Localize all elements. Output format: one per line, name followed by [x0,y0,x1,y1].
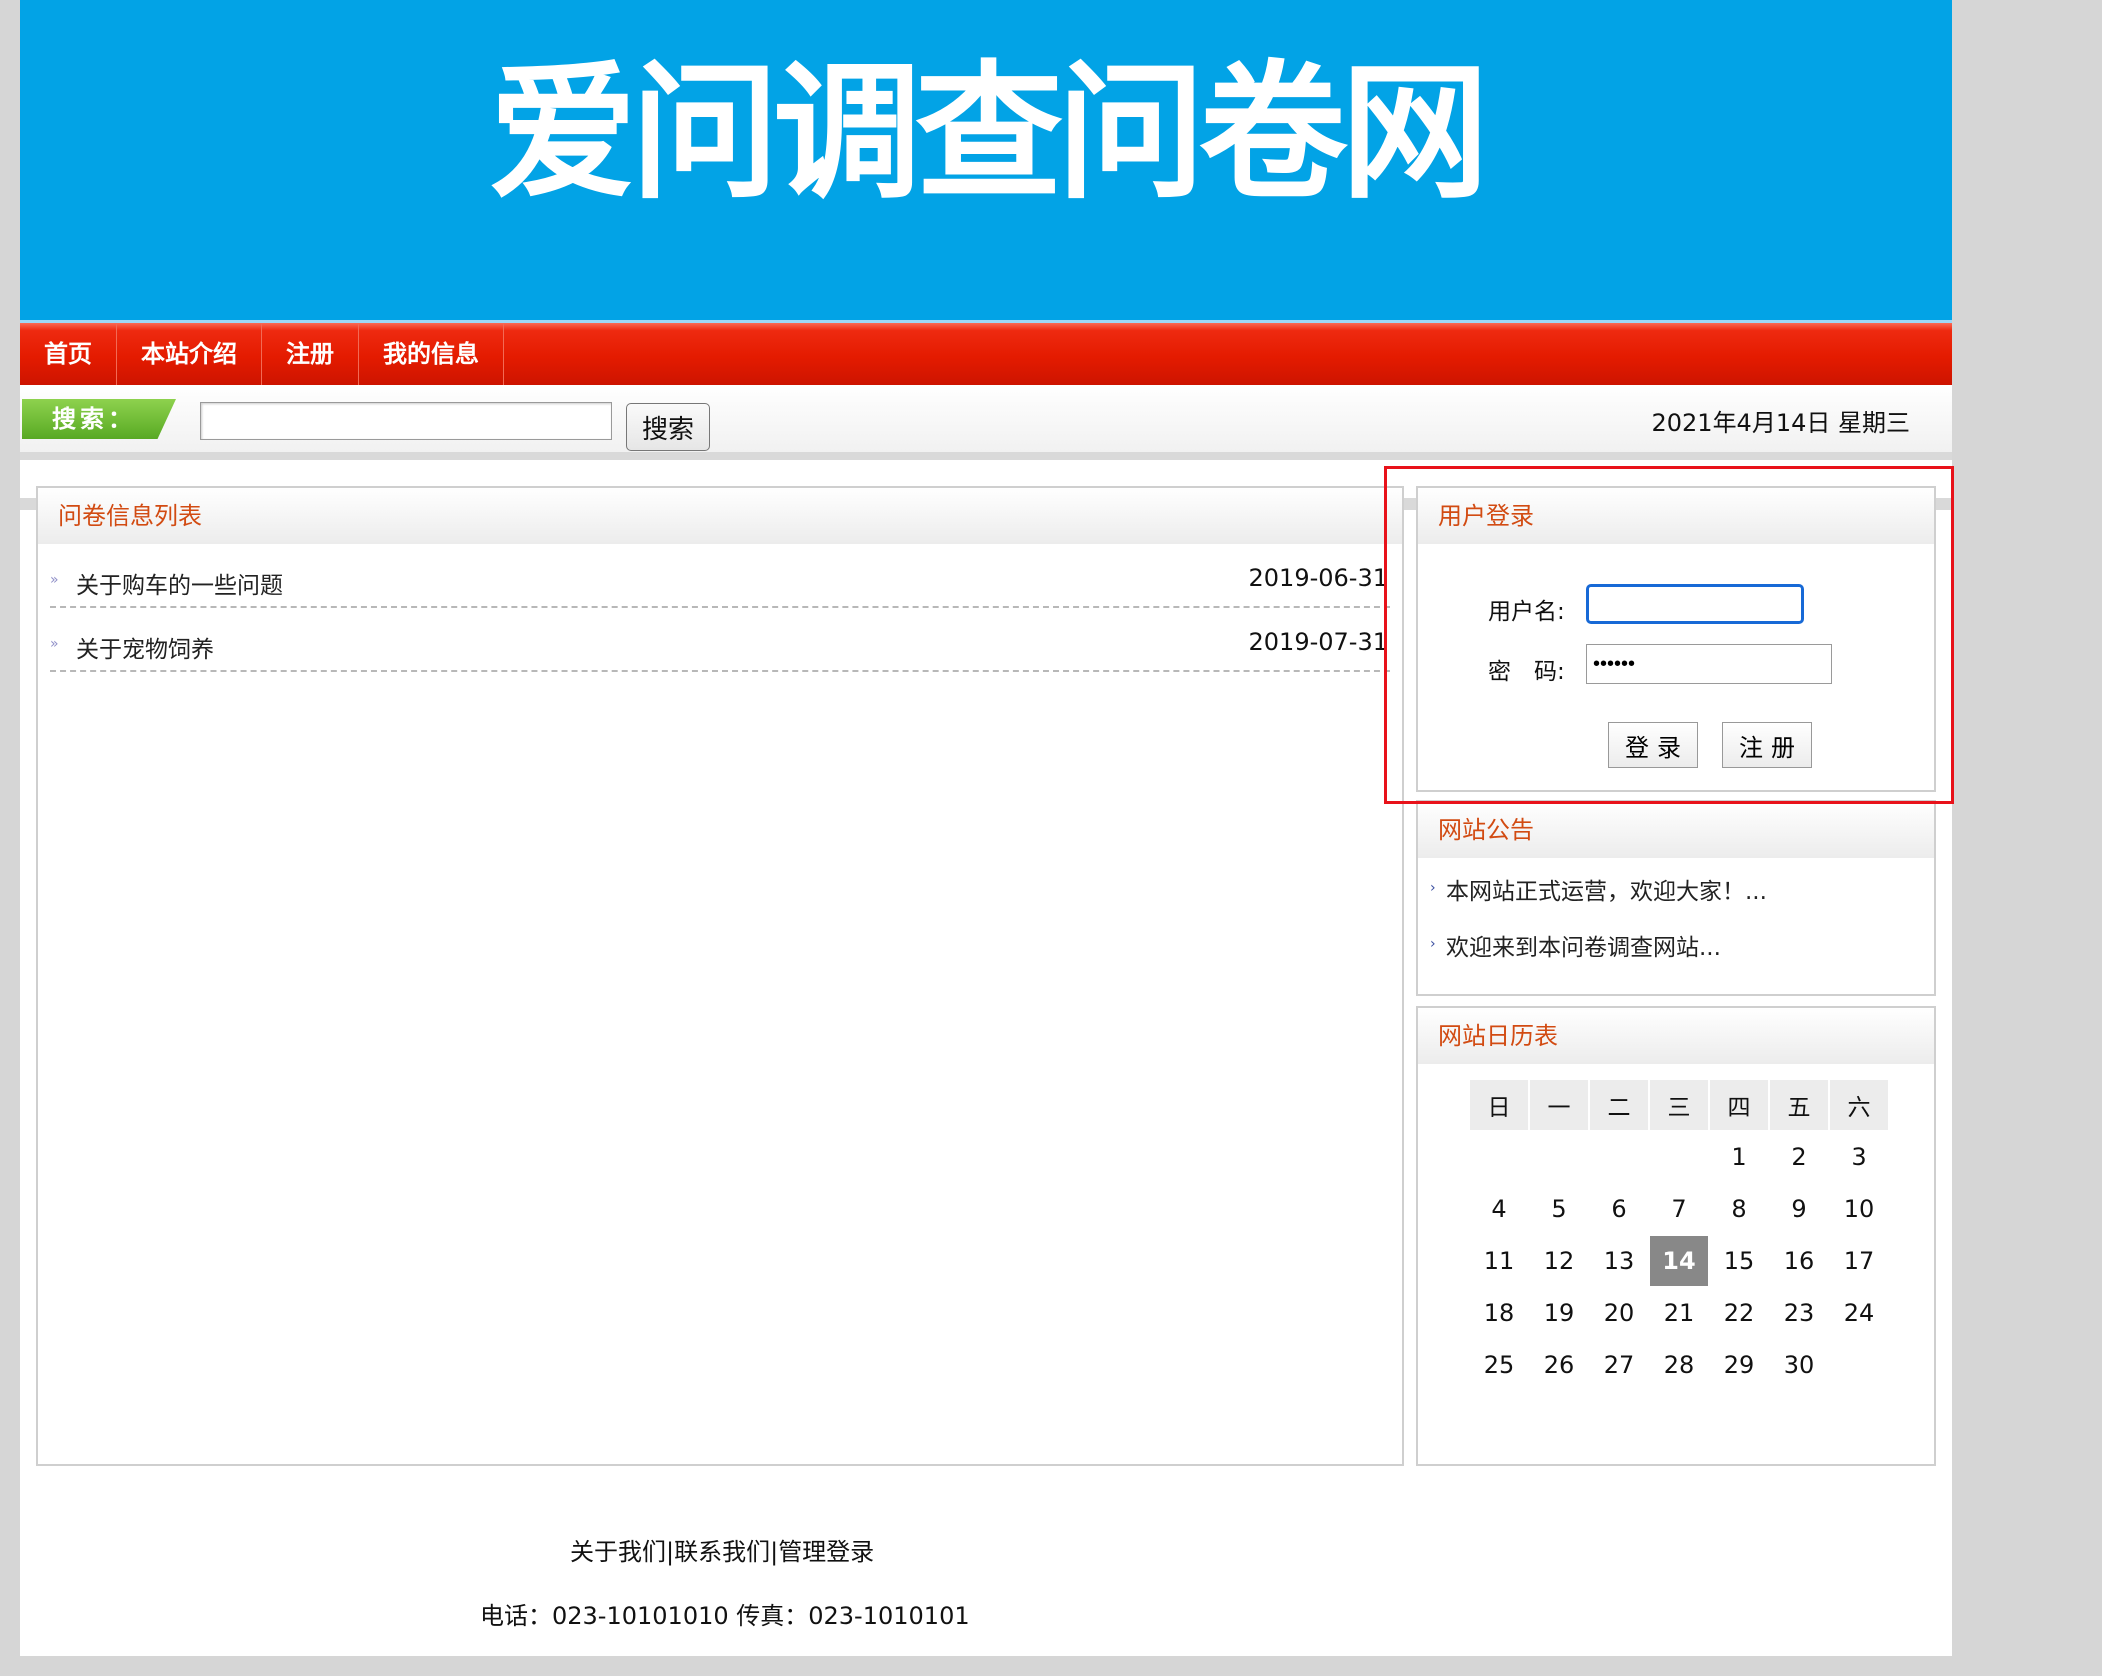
weekday-header: 日 [1470,1080,1528,1130]
page: 爱问调查问卷网 首页 本站介绍 注册 我的信息 搜索： 搜索 2021年4月14… [20,0,1952,1656]
calendar-week-row: 11 12 13 14 15 16 17 [1470,1236,1888,1286]
weekday-header: 四 [1710,1080,1768,1130]
footer-contact: 电话：023-10101010 传真：023-1010101 [480,1602,970,1630]
calendar-body: 1 2 3 4 5 6 7 8 9 10 11 12 13 14 15 16 17 18 19 20 21 22 23 24 2… [1470,1132,1888,1390]
calendar-day[interactable]: 22 [1710,1288,1768,1338]
calendar-day[interactable]: 6 [1590,1184,1648,1234]
list-item: » 关于宠物饲养 2019-07-31 [50,608,1390,672]
calendar-day[interactable]: 23 [1770,1288,1828,1338]
list-item: » 关于购车的一些问题 2019-06-31 [50,544,1390,608]
survey-date: 2019-06-31 [1248,564,1388,592]
weekday-header: 二 [1590,1080,1648,1130]
weekday-header: 五 [1770,1080,1828,1130]
search-input[interactable] [200,402,612,440]
calendar-day[interactable]: 11 [1470,1236,1528,1286]
calendar-day [1530,1132,1588,1182]
footer-link-contact[interactable]: 联系我们 [674,1538,770,1566]
notice-title: 网站公告 [1418,802,1934,858]
calendar-weekday-row: 日 一 二 三 四 五 六 [1470,1080,1888,1130]
calendar-day [1830,1340,1888,1390]
calendar-day[interactable]: 15 [1710,1236,1768,1286]
notice-link[interactable]: 本网站正式运营，欢迎大家！... [1446,872,1767,906]
site-title: 爱问调查问卷网 [489,47,1489,219]
calendar-day [1470,1132,1528,1182]
weekday-header: 六 [1830,1080,1888,1130]
survey-list-title: 问卷信息列表 [38,488,1402,544]
calendar-day[interactable]: 17 [1830,1236,1888,1286]
calendar-day[interactable]: 9 [1770,1184,1828,1234]
survey-date: 2019-07-31 [1248,628,1388,656]
calendar-day[interactable]: 18 [1470,1288,1528,1338]
footer-link-admin-login[interactable]: 管理登录 [778,1538,874,1566]
search-button[interactable]: 搜索 [626,403,710,451]
current-date: 2021年4月14日 星期三 [1651,409,1910,437]
calendar-day[interactable]: 12 [1530,1236,1588,1286]
calendar-day [1650,1132,1708,1182]
footer-separator: | [770,1538,779,1566]
arrow-right-icon: › [1430,880,1436,896]
nav-item-my-info[interactable]: 我的信息 [359,323,504,385]
calendar-day[interactable]: 16 [1770,1236,1828,1286]
login-highlight-box [1384,466,1954,804]
footer-separator: | [666,1538,675,1566]
calendar-day[interactable]: 10 [1830,1184,1888,1234]
calendar-day[interactable]: 8 [1710,1184,1768,1234]
bullet-icon: » [50,572,59,588]
notice-item: › 本网站正式运营，欢迎大家！... [1418,858,1934,914]
notice-item: › 欢迎来到本问卷调查网站... [1418,914,1934,970]
search-tag-label: 搜索： [22,399,176,439]
notice-link[interactable]: 欢迎来到本问卷调查网站... [1446,928,1721,962]
calendar-panel: 网站日历表 日 一 二 三 四 五 六 1 2 3 4 5 6 7 8 9 10 11 12 13 14 1… [1416,1006,1936,1466]
calendar-day[interactable]: 30 [1770,1340,1828,1390]
weekday-header: 三 [1650,1080,1708,1130]
calendar-day[interactable]: 20 [1590,1288,1648,1338]
calendar-day[interactable]: 25 [1470,1340,1528,1390]
calendar-week-row: 123 [1470,1132,1888,1182]
notice-panel: 网站公告 › 本网站正式运营，欢迎大家！... › 欢迎来到本问卷调查网站... [1416,800,1936,996]
calendar-day[interactable]: 1 [1710,1132,1768,1182]
calendar-table: 日 一 二 三 四 五 六 1 2 3 4 5 6 7 8 9 10 11 12 13 14 15 16 17 1… [1468,1078,1890,1392]
calendar-week-row: 18 19 20 21 22 23 24 [1470,1288,1888,1338]
calendar-day[interactable]: 7 [1650,1184,1708,1234]
calendar-day[interactable]: 4 [1470,1184,1528,1234]
calendar-day[interactable]: 26 [1530,1340,1588,1390]
nav-item-register[interactable]: 注册 [262,323,359,385]
arrow-right-icon: › [1430,936,1436,952]
nav-item-about[interactable]: 本站介绍 [117,323,262,385]
calendar-day[interactable]: 28 [1650,1340,1708,1390]
footer-links: 关于我们|联系我们|管理登录 [570,1532,874,1567]
search-bar: 搜索： 搜索 2021年4月14日 星期三 [20,385,1952,460]
calendar-day[interactable]: 13 [1590,1236,1648,1286]
calendar-week-row: 25 26 27 28 29 30 [1470,1340,1888,1390]
site-banner: 爱问调查问卷网 [20,0,1952,320]
calendar-day[interactable]: 5 [1530,1184,1588,1234]
main-nav: 首页 本站介绍 注册 我的信息 [20,320,1952,385]
bullet-icon: » [50,636,59,652]
calendar-day-today[interactable]: 14 [1650,1236,1708,1286]
calendar-day[interactable]: 2 [1770,1132,1828,1182]
nav-item-home[interactable]: 首页 [20,323,117,385]
calendar-week-row: 4 5 6 7 8 9 10 [1470,1184,1888,1234]
calendar-day[interactable]: 21 [1650,1288,1708,1338]
footer-link-about[interactable]: 关于我们 [570,1538,666,1566]
survey-list-panel: 问卷信息列表 » 关于购车的一些问题 2019-06-31 » 关于宠物饲养 2… [36,486,1404,1466]
calendar-day[interactable]: 29 [1710,1340,1768,1390]
survey-link[interactable]: 关于购车的一些问题 [76,566,283,600]
calendar-day[interactable]: 27 [1590,1340,1648,1390]
calendar-day[interactable]: 3 [1830,1132,1888,1182]
calendar-title: 网站日历表 [1418,1008,1934,1064]
calendar-day[interactable]: 19 [1530,1288,1588,1338]
weekday-header: 一 [1530,1080,1588,1130]
calendar-day[interactable]: 24 [1830,1288,1888,1338]
survey-link[interactable]: 关于宠物饲养 [76,630,214,664]
calendar-day [1590,1132,1648,1182]
